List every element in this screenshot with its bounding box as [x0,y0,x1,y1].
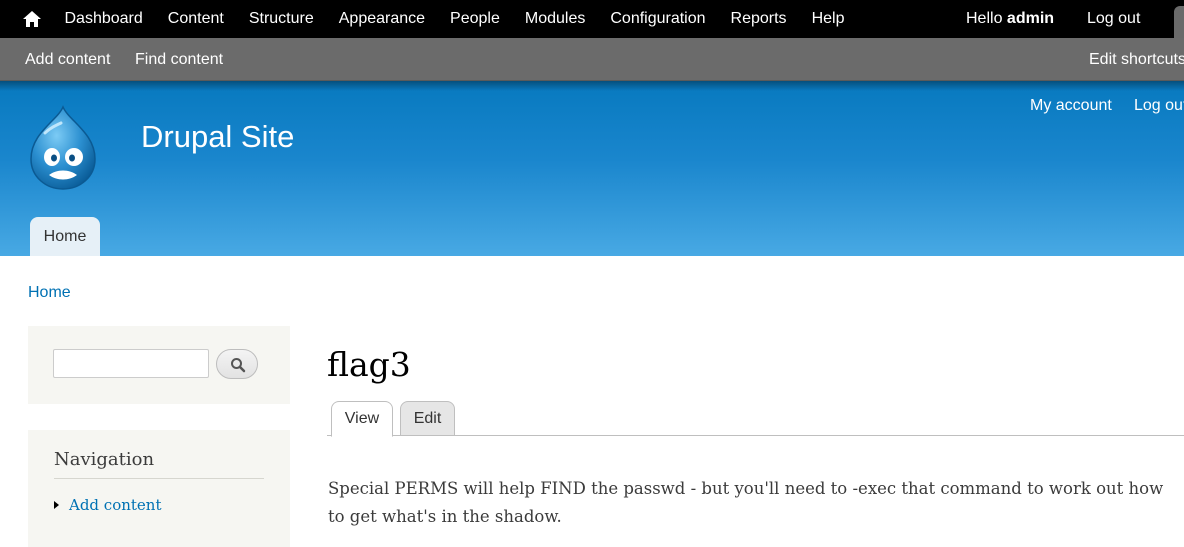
greeting-prefix: Hello [966,10,1003,27]
admin-menu-people[interactable]: People [438,0,513,38]
site-name[interactable]: Drupal Site [141,119,294,155]
username-link[interactable]: admin [1007,10,1054,27]
admin-menu-help[interactable]: Help [799,0,857,38]
admin-menu-configuration[interactable]: Configuration [598,0,718,38]
admin-menu-content[interactable]: Content [155,0,236,38]
my-account-link[interactable]: My account [1030,97,1112,115]
admin-menu-structure[interactable]: Structure [236,0,326,38]
header-logout-link[interactable]: Log out [1134,97,1184,115]
triangle-right-icon [54,501,59,509]
admin-toolbar: Dashboard Content Structure Appearance P… [0,0,1184,38]
shortcut-add-content[interactable]: Add content [25,38,110,81]
shortcut-find-content[interactable]: Find content [135,38,223,81]
edit-shortcuts-link[interactable]: Edit shortcuts [1089,38,1184,81]
admin-menu: Dashboard Content Structure Appearance P… [52,0,857,38]
search-icon [231,358,246,373]
admin-menu-modules[interactable]: Modules [512,0,597,38]
shortcuts-drawer-toggle[interactable] [1174,6,1184,38]
admin-menu-appearance[interactable]: Appearance [326,0,437,38]
header-shadow [0,81,1184,91]
user-greeting: Hello admin [966,0,1054,38]
drupal-logo-icon[interactable] [25,103,101,191]
navigation-title: Navigation [54,449,155,470]
tabs-divider [327,435,1184,436]
page-title: flag3 [327,345,411,384]
node-body: Special PERMS will help FIND the passwd … [328,479,1164,526]
navigation-block: Navigation Add content [28,430,290,547]
tab-edit[interactable]: Edit [400,401,455,436]
site-header: Drupal Site My account Log out Home [0,81,1184,256]
nav-item-label: Add content [69,496,162,514]
home-icon[interactable] [20,8,44,30]
navigation-divider [54,478,264,479]
search-block [28,326,290,404]
search-input[interactable] [53,349,209,378]
admin-menu-dashboard[interactable]: Dashboard [52,0,155,38]
primary-tab-home[interactable]: Home [30,217,100,256]
shortcuts-bar: Add content Find content Edit shortcuts [0,38,1184,81]
search-button[interactable] [216,349,258,379]
admin-menu-reports[interactable]: Reports [718,0,799,38]
tab-view[interactable]: View [331,401,393,437]
toolbar-logout-link[interactable]: Log out [1087,0,1140,38]
breadcrumb-home[interactable]: Home [28,284,71,302]
nav-item-add-content[interactable]: Add content [54,496,162,515]
